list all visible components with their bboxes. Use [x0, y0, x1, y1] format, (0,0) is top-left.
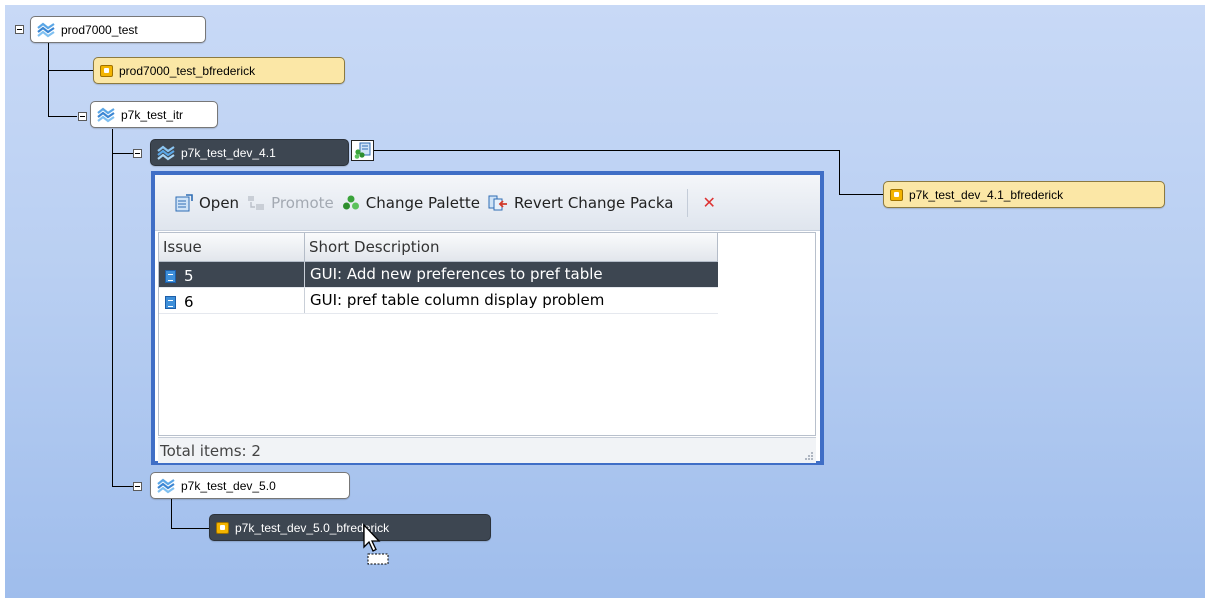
- workspace-node-p7k-test-dev-5-0-bfrederick[interactable]: p7k_test_dev_5.0_bfrederick: [209, 514, 491, 541]
- revert-icon: [488, 195, 507, 210]
- stream-icon: [97, 107, 115, 122]
- stream-node-p7k-test-itr[interactable]: p7k_test_itr: [90, 101, 218, 128]
- drag-cursor-icon: [363, 523, 389, 565]
- connector: [374, 150, 839, 151]
- resize-grip-icon[interactable]: [804, 451, 814, 461]
- total-items-label: Total items: 2: [160, 442, 261, 460]
- issues-table: Issue Short Description 5 GUI: Add new p…: [158, 232, 816, 436]
- stream-node-p7k-test-dev-4-1[interactable]: p7k_test_dev_4.1: [150, 139, 349, 166]
- issue-icon: [165, 295, 176, 309]
- stream-node-prod7000-test[interactable]: prod7000_test: [30, 16, 206, 43]
- connector: [839, 150, 840, 194]
- column-header-short-description[interactable]: Short Description: [305, 233, 718, 261]
- change-packages-popup: Open Promote Change Palette Revert Chang…: [151, 171, 824, 465]
- stream-browser-canvas: prod7000_test prod7000_test_bfrederick p…: [5, 5, 1205, 598]
- revert-label: Revert Change Packa: [513, 193, 674, 212]
- issue-number: 5: [184, 267, 194, 285]
- connector: [112, 129, 113, 486]
- connector: [171, 499, 172, 529]
- node-label: p7k_test_itr: [121, 107, 184, 122]
- change-palette-label: Change Palette: [365, 193, 480, 212]
- promote-icon: [248, 195, 265, 210]
- connector: [112, 153, 133, 154]
- issue-description: GUI: pref table column display problem: [310, 291, 605, 309]
- status-bar: Total items: 2: [158, 437, 816, 463]
- close-icon[interactable]: ✕: [702, 193, 715, 212]
- connector: [48, 70, 96, 71]
- collapse-toggle[interactable]: [78, 112, 87, 121]
- promote-button[interactable]: Promote: [247, 194, 334, 212]
- connector: [48, 71, 49, 117]
- connector: [839, 194, 883, 195]
- open-icon: [175, 193, 193, 211]
- table-header: Issue Short Description: [159, 233, 718, 262]
- collapse-toggle[interactable]: [133, 149, 142, 158]
- palette-icon: [342, 195, 359, 209]
- change-package-palette-button[interactable]: [351, 140, 374, 161]
- collapse-toggle[interactable]: [133, 482, 142, 491]
- change-package-icon: [354, 142, 371, 159]
- promote-label: Promote: [271, 193, 334, 212]
- workspace-node-prod7000-test-bfrederick[interactable]: prod7000_test_bfrederick: [93, 57, 345, 84]
- stream-icon: [37, 22, 55, 37]
- workspace-icon: [890, 188, 903, 201]
- workspace-icon: [100, 64, 113, 77]
- connector: [48, 41, 49, 71]
- issue-description: GUI: Add new preferences to pref table: [310, 265, 603, 283]
- open-label: Open: [199, 193, 240, 212]
- stream-icon: [157, 145, 175, 160]
- connector: [171, 528, 209, 529]
- node-label: prod7000_test: [61, 22, 138, 37]
- workspace-node-p7k-test-dev-4-1-bfrederick[interactable]: p7k_test_dev_4.1_bfrederick: [883, 181, 1165, 208]
- node-label: p7k_test_dev_4.1: [181, 145, 276, 160]
- toolbar-separator: [687, 188, 689, 217]
- workspace-icon: [216, 521, 229, 534]
- popup-toolbar: Open Promote Change Palette Revert Chang…: [155, 175, 820, 231]
- node-label: p7k_test_dev_4.1_bfrederick: [909, 187, 1064, 202]
- open-button[interactable]: Open: [175, 194, 239, 212]
- node-label: p7k_test_dev_5.0: [181, 478, 276, 493]
- issue-number: 6: [184, 293, 194, 311]
- issue-icon: [165, 269, 176, 283]
- connector: [48, 116, 77, 117]
- revert-change-package-button[interactable]: Revert Change Packa: [488, 193, 674, 212]
- stream-node-p7k-test-dev-5-0[interactable]: p7k_test_dev_5.0: [150, 472, 350, 499]
- connector: [112, 486, 133, 487]
- node-label: prod7000_test_bfrederick: [119, 63, 256, 78]
- change-palette-button[interactable]: Change Palette: [342, 194, 480, 212]
- table-row[interactable]: 6 GUI: pref table column display problem: [159, 288, 718, 314]
- column-header-issue[interactable]: Issue: [159, 233, 305, 261]
- collapse-toggle[interactable]: [15, 25, 24, 34]
- stream-icon: [157, 478, 175, 493]
- table-row[interactable]: 5 GUI: Add new preferences to pref table: [159, 262, 718, 288]
